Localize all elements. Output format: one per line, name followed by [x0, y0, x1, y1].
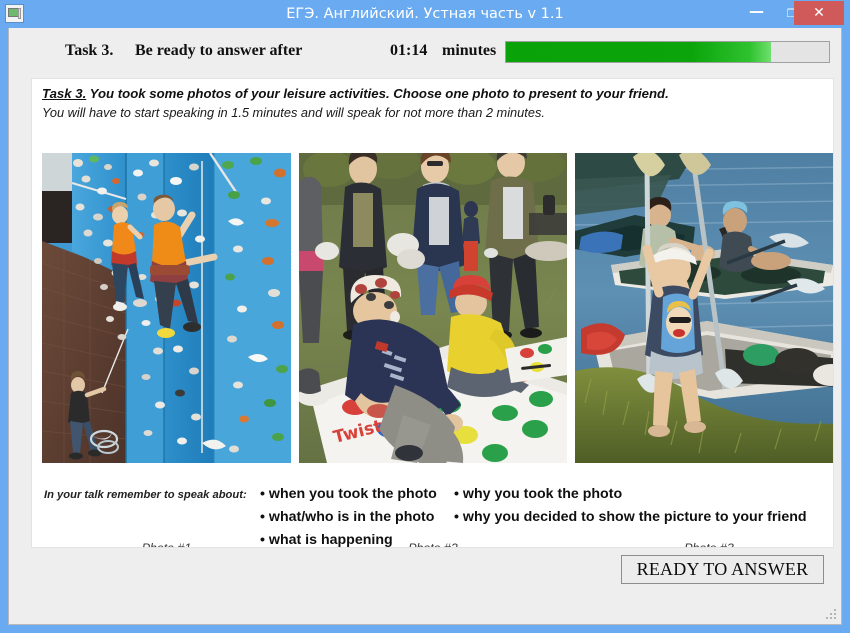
progress-bar-fill: [506, 42, 771, 62]
twister-game-image: Twister Twister: [299, 153, 567, 463]
application-window: ЕГЭ. Английский. Устная часть v 1.1 — ❐ …: [0, 0, 850, 633]
ready-to-answer-button[interactable]: READY TO ANSWER: [621, 555, 824, 584]
climbing-wall-image: [42, 153, 291, 463]
talk-points-lead-in: In your talk remember to speak about:: [44, 489, 247, 501]
close-icon: ✕: [813, 5, 825, 21]
close-button[interactable]: ✕: [794, 1, 844, 25]
talk-point-1: • when you took the photo: [260, 486, 437, 502]
instruction-task-tag: Task 3.: [42, 86, 87, 101]
photo-1[interactable]: [42, 153, 291, 463]
talk-point-2: • what/who is in the photo: [260, 509, 435, 525]
app-window-icon: [5, 4, 24, 23]
resize-grip[interactable]: [824, 607, 838, 621]
talk-point-4: • why you took the photo: [454, 486, 623, 502]
task-content-panel: Task 3. You took some photos of your lei…: [31, 78, 834, 548]
task-instruction: Task 3. You took some photos of your lei…: [42, 85, 833, 121]
instruction-line-1-text: You took some photos of your leisure act…: [89, 86, 669, 101]
photo-row: Twister Twister: [32, 153, 833, 547]
photo-2[interactable]: Twister Twister: [299, 153, 567, 463]
photo-3-caption: Photo #3: [684, 541, 734, 548]
instruction-line-1: Task 3. You took some photos of your lei…: [42, 85, 833, 102]
header-ready-prompt: Be ready to answer after: [135, 42, 303, 59]
minutes-label: minutes: [442, 42, 497, 59]
talk-point-5: • why you decided to show the picture to…: [454, 509, 807, 525]
photo-3[interactable]: [575, 153, 833, 463]
header-task-label: Task 3.: [65, 42, 114, 59]
photo-1-caption: Photo #1: [141, 541, 192, 548]
window-title: ЕГЭ. Английский. Устная часть v 1.1: [286, 6, 564, 22]
countdown-timer: 01:14: [390, 42, 428, 59]
minimize-icon: —: [749, 2, 764, 20]
client-area: Task 3. Be ready to answer after 01:14 m…: [8, 28, 842, 625]
minimize-button[interactable]: —: [742, 2, 771, 24]
kayaking-image: [575, 153, 833, 463]
task-header-bar: Task 3. Be ready to answer after 01:14 m…: [9, 28, 841, 76]
talk-point-3: • what is happening: [260, 532, 393, 548]
preparation-progress-bar: [505, 41, 830, 63]
title-bar: ЕГЭ. Английский. Устная часть v 1.1 — ❐ …: [0, 0, 850, 28]
instruction-line-2: You will have to start speaking in 1.5 m…: [42, 105, 545, 120]
